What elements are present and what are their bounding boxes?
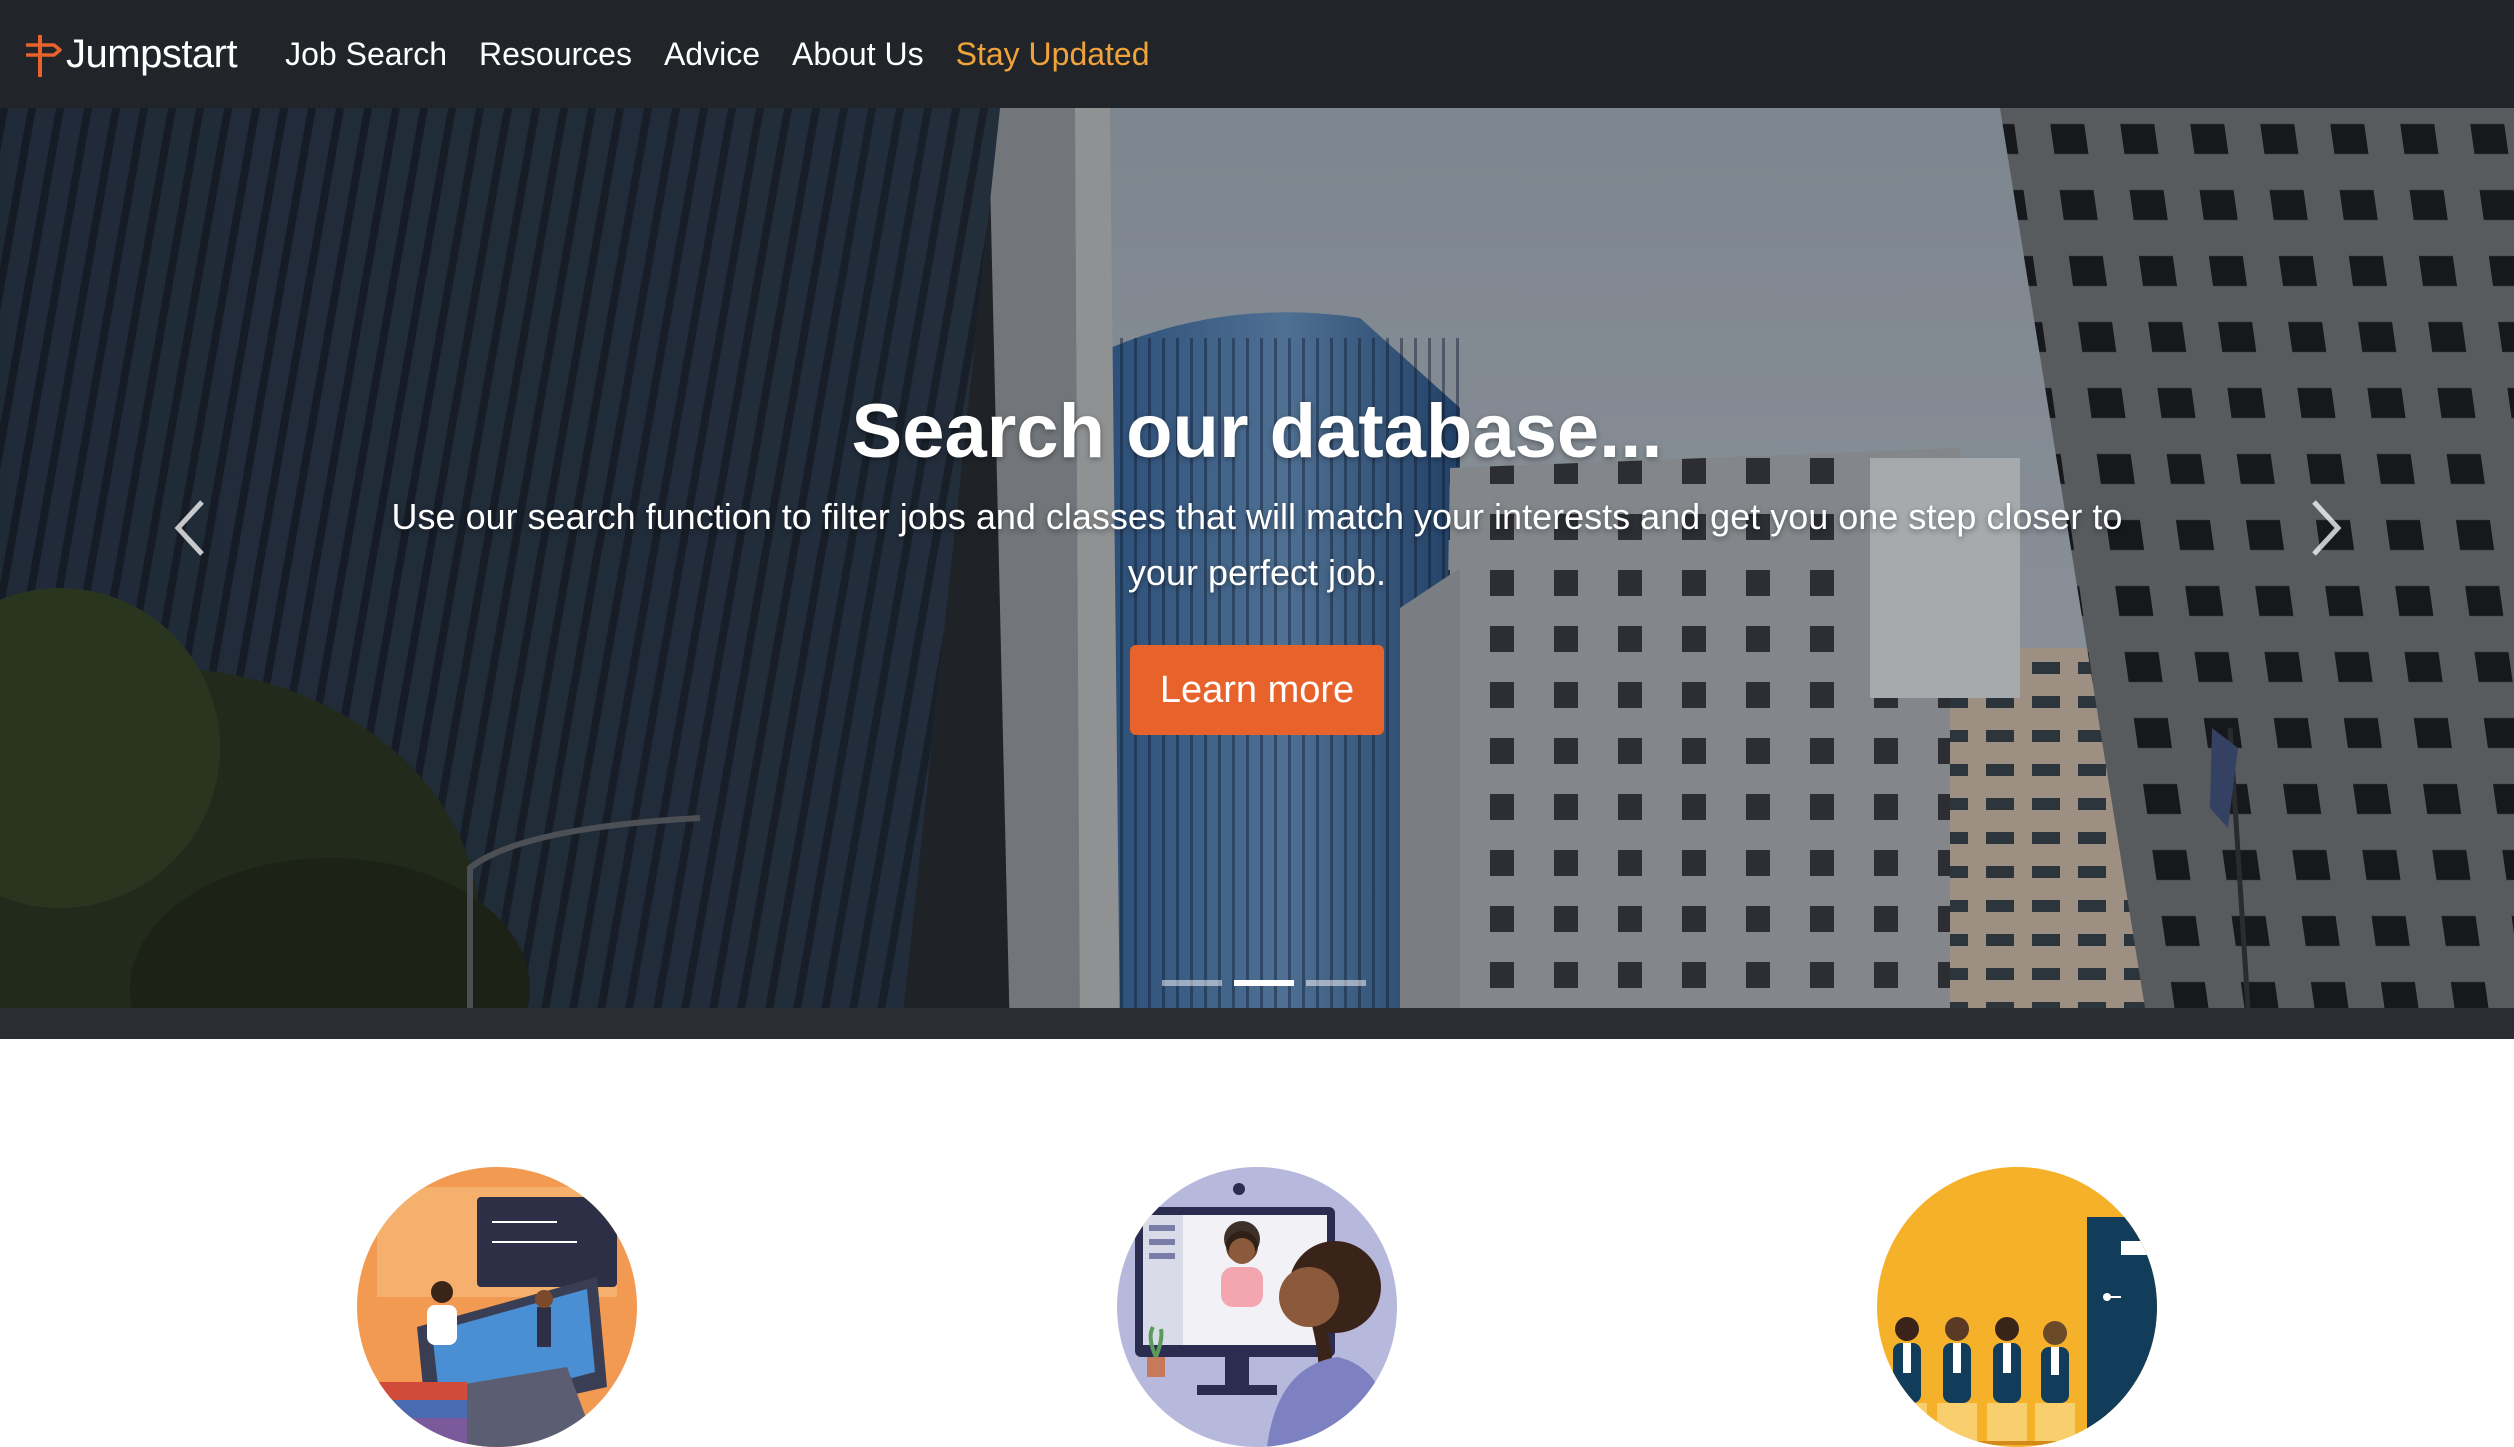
online-learning-illustration (357, 1167, 637, 1447)
carousel-indicator-3[interactable] (1306, 980, 1366, 986)
brand-name: Jumpstart (66, 32, 238, 76)
video-call-illustration (1117, 1167, 1397, 1447)
nav-resources[interactable]: Resources (479, 36, 632, 73)
feature-section (0, 1039, 2514, 1447)
carousel-indicators (1156, 980, 1372, 986)
nav-stay-updated[interactable]: Stay Updated (956, 36, 1150, 73)
nav-job-search[interactable]: Job Search (285, 36, 447, 73)
hero-title: Search our database... (851, 389, 1663, 474)
hero-carousel: Search our database... Use our search fu… (0, 108, 2514, 1039)
nav-links: Job Search Resources Advice About Us Sta… (285, 0, 1181, 108)
brand-link[interactable]: Jumpstart (24, 0, 238, 108)
chevron-right-icon (2312, 500, 2342, 556)
hero-description: Use our search function to filter jobs a… (391, 496, 2123, 593)
carousel-indicator-2[interactable] (1234, 980, 1294, 986)
chevron-left-icon (174, 500, 204, 556)
signpost-icon (26, 35, 62, 77)
nav-about-us[interactable]: About Us (792, 36, 924, 73)
learn-more-button[interactable]: Learn more (1129, 645, 1385, 735)
carousel-prev-button[interactable] (160, 488, 220, 568)
nav-advice[interactable]: Advice (664, 36, 760, 73)
carousel-indicator-1[interactable] (1162, 980, 1222, 986)
top-navbar: Jumpstart Job Search Resources Advice Ab… (0, 0, 2514, 108)
job-applicants-illustration (1877, 1167, 2157, 1447)
hero-caption: Search our database... Use our search fu… (340, 388, 2174, 735)
carousel-next-button[interactable] (2296, 488, 2356, 568)
